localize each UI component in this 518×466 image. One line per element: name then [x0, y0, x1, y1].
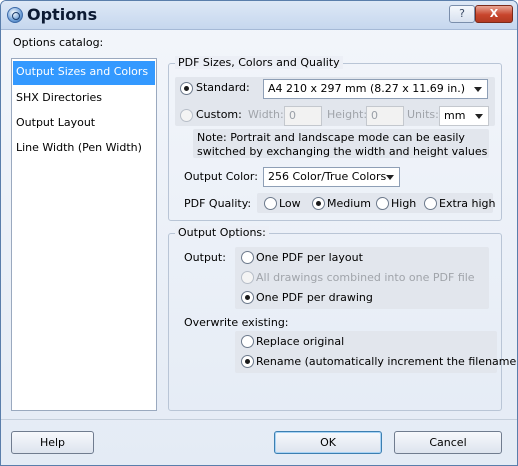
units-value: mm [444, 109, 466, 122]
help-titlebar-button[interactable]: ? [449, 5, 475, 23]
output-group-title: Output Options: [175, 226, 269, 239]
output-color-label: Output Color: [184, 170, 258, 183]
replace-original-label: Replace original [256, 335, 345, 348]
orientation-note: Note: Portrait and landscape mode can be… [197, 131, 488, 158]
rename-label: Rename (automatically increment the file… [256, 355, 518, 368]
width-field[interactable]: 0 [284, 106, 322, 126]
catalog-item-output-layout[interactable]: Output Layout [13, 112, 155, 136]
quality-extra-high-radio[interactable] [424, 197, 437, 210]
all-drawings-combined-label: All drawings combined into one PDF file [256, 271, 475, 284]
one-pdf-per-layout-label: One PDF per layout [256, 251, 363, 264]
one-pdf-per-drawing-radio[interactable] [241, 291, 254, 304]
options-dialog: Options ? X Options catalog: Output Size… [0, 0, 518, 466]
all-drawings-combined-radio[interactable] [241, 271, 254, 284]
replace-original-radio[interactable] [241, 335, 254, 348]
button-separator [1, 419, 517, 420]
help-button[interactable]: Help [11, 431, 94, 454]
pdf-quality-label: PDF Quality: [184, 197, 252, 210]
output-color-select[interactable]: 256 Color/True Colors [263, 167, 400, 187]
close-button[interactable]: X [475, 5, 513, 23]
height-field[interactable]: 0 [366, 106, 404, 126]
chevron-down-icon [386, 175, 394, 180]
standard-size-select[interactable]: A4 210 x 297 mm (8.27 x 11.69 in.) [263, 79, 488, 99]
ok-button[interactable]: OK [274, 431, 382, 454]
standard-radio[interactable] [180, 82, 193, 95]
custom-radio[interactable] [180, 109, 193, 122]
quality-medium-label: Medium [327, 197, 371, 210]
output-label: Output: [184, 251, 226, 264]
catalog-item-shx-directories[interactable]: SHX Directories [13, 87, 155, 111]
quality-low-label: Low [279, 197, 301, 210]
catalog-list[interactable]: Output Sizes and Colors SHX Directories … [11, 58, 157, 411]
units-label: Units: [407, 108, 439, 121]
title-bar: Options ? X [1, 1, 517, 30]
quality-extra-high-label: Extra high [439, 197, 496, 210]
output-color-value: 256 Color/True Colors [268, 170, 387, 183]
height-label: Height: [327, 108, 368, 121]
quality-high-radio[interactable] [376, 197, 389, 210]
standard-label: Standard: [196, 81, 250, 94]
pdf-group-title: PDF Sizes, Colors and Quality [175, 56, 343, 69]
standard-size-value: A4 210 x 297 mm (8.27 x 11.69 in.) [268, 82, 466, 95]
rename-radio[interactable] [241, 355, 254, 368]
catalog-label: Options catalog: [13, 36, 104, 49]
quality-medium-radio[interactable] [312, 197, 325, 210]
cancel-button[interactable]: Cancel [394, 431, 502, 454]
custom-label: Custom: [196, 108, 242, 121]
app-icon [7, 7, 23, 23]
quality-high-label: High [391, 197, 417, 210]
quality-low-radio[interactable] [264, 197, 277, 210]
units-select[interactable]: mm [439, 106, 489, 126]
width-label: Width: [248, 108, 284, 121]
chevron-down-icon [475, 114, 483, 119]
catalog-item-line-width[interactable]: Line Width (Pen Width) [13, 137, 155, 161]
catalog-item-output-sizes[interactable]: Output Sizes and Colors [13, 61, 155, 85]
overwrite-label: Overwrite existing: [184, 316, 289, 329]
chevron-down-icon [474, 87, 482, 92]
window-title: Options [27, 5, 98, 24]
one-pdf-per-drawing-label: One PDF per drawing [256, 291, 373, 304]
one-pdf-per-layout-radio[interactable] [241, 251, 254, 264]
